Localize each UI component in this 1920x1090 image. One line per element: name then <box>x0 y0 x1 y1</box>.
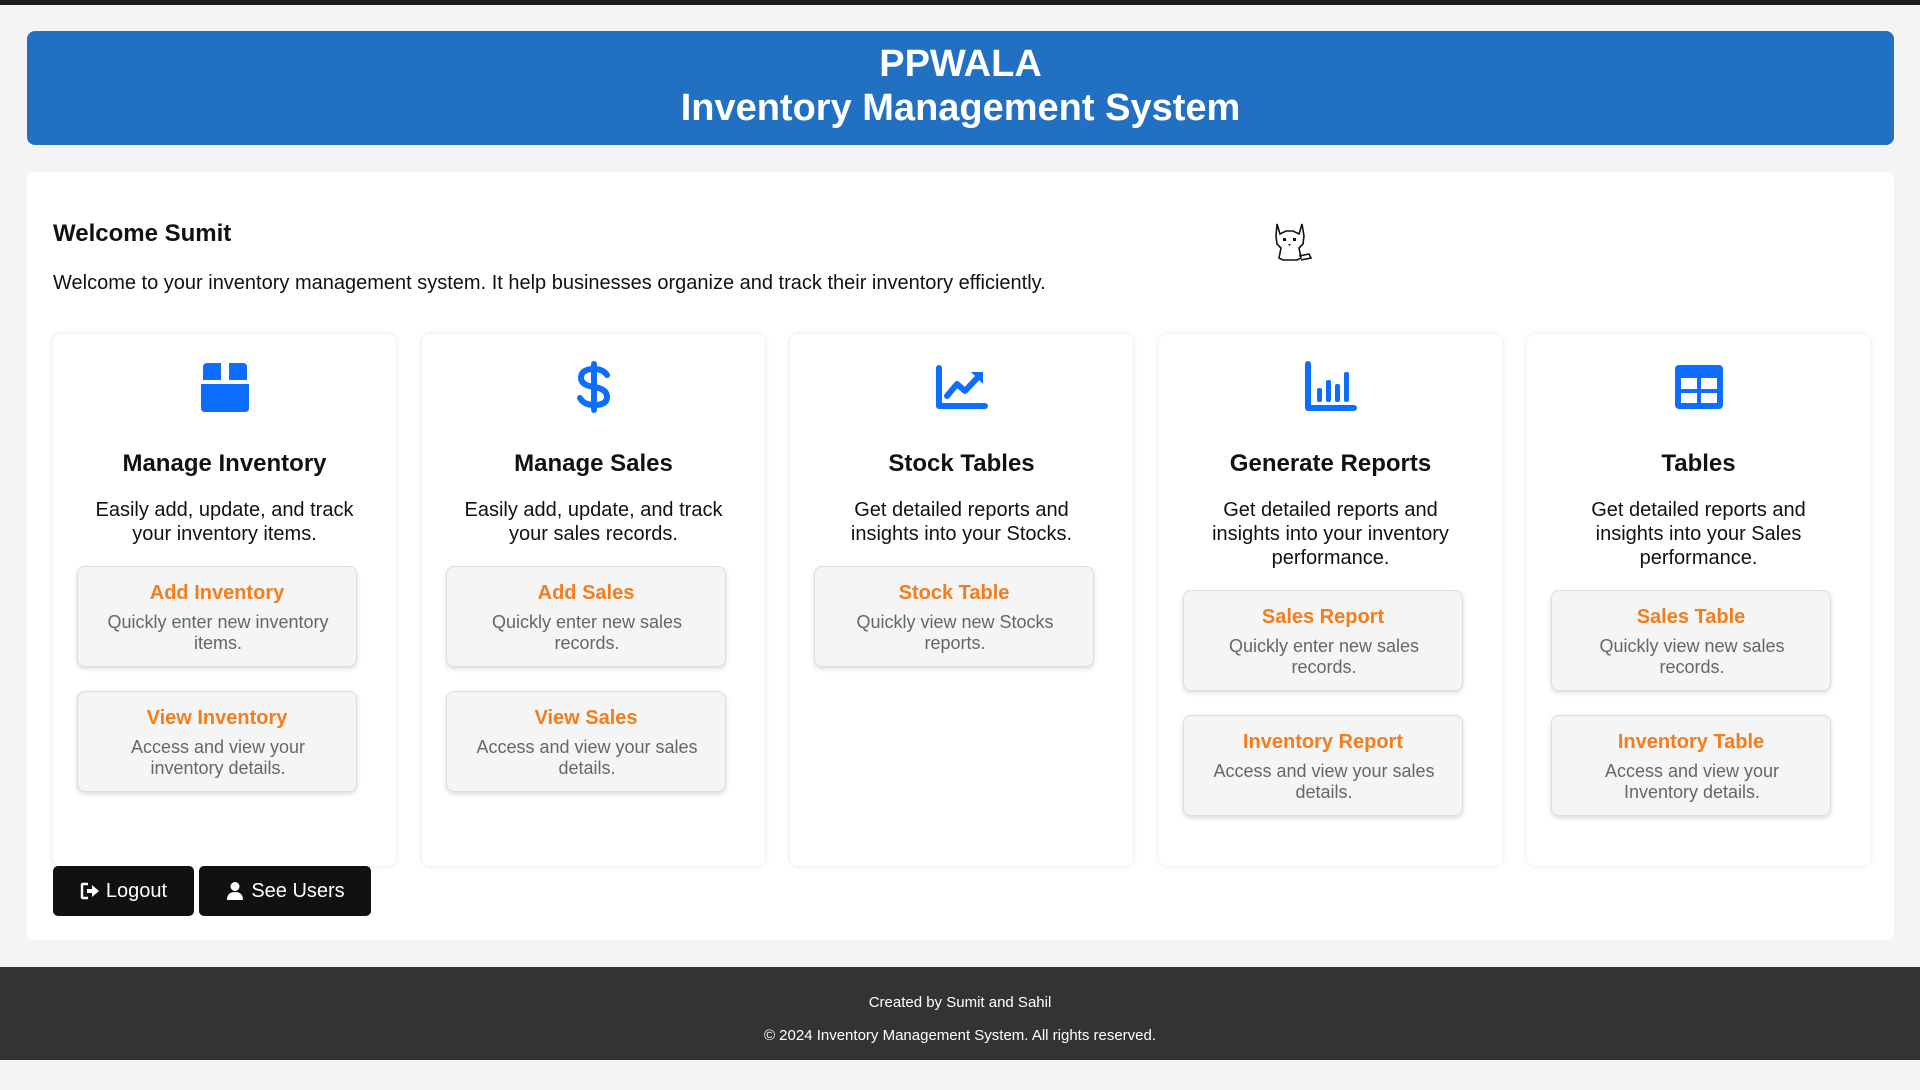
table-icon <box>1675 365 1723 409</box>
action-title: Inventory Report <box>1242 731 1404 753</box>
card-generate-reports: Generate Reports Get detailed reports an… <box>1159 334 1502 866</box>
card-title: Manage Sales <box>514 450 673 477</box>
add-sales-button[interactable]: Add Sales Quickly enter new sales record… <box>446 566 726 667</box>
card-description: Get detailed reports and insights into y… <box>1591 499 1806 569</box>
inventory-table-button[interactable]: Inventory Table Access and view your Inv… <box>1551 715 1831 816</box>
bar-chart-icon <box>1305 361 1357 411</box>
card-title: Manage Inventory <box>122 450 327 477</box>
action-title: View Sales <box>534 707 638 729</box>
page-header: PPWALA Inventory Management System <box>27 31 1894 145</box>
card-tables: Tables Get detailed reports and insights… <box>1527 334 1870 866</box>
card-description: Get detailed reports and insights into y… <box>1212 499 1449 569</box>
action-title: Add Inventory <box>149 582 285 604</box>
inventory-report-button[interactable]: Inventory Report Access and view your sa… <box>1183 715 1463 816</box>
card-description: Easily add, update, and track your sales… <box>464 499 723 545</box>
user-icon <box>227 882 244 900</box>
logout-button[interactable]: Logout <box>53 866 194 916</box>
action-description: Quickly enter new inventory items. <box>107 612 329 653</box>
action-description: Quickly enter new sales records. <box>1228 636 1420 677</box>
action-title: Add Sales <box>537 582 635 604</box>
dollar-icon <box>577 361 611 413</box>
card-title: Generate Reports <box>1229 450 1432 477</box>
page-footer: Created by Sumit and Sahil © 2024 Invent… <box>0 967 1920 1060</box>
action-description: Quickly view new Stocks reports. <box>856 612 1054 653</box>
stock-table-button[interactable]: Stock Table Quickly view new Stocks repo… <box>814 566 1094 667</box>
welcome-text: Welcome to your inventory management sys… <box>53 272 1046 294</box>
box-icon <box>201 363 249 412</box>
cat-mascot-icon <box>1275 223 1313 261</box>
action-title: Inventory Table <box>1617 731 1765 753</box>
card-stock-tables: Stock Tables Get detailed reports and in… <box>790 334 1133 866</box>
action-description: Access and view your sales details. <box>476 737 698 778</box>
footer-credits: Created by Sumit and Sahil <box>868 994 1052 1011</box>
action-description: Access and view your Inventory details. <box>1604 761 1780 802</box>
action-title: View Inventory <box>146 707 288 729</box>
action-description: Quickly view new sales records. <box>1599 636 1785 677</box>
sales-table-button[interactable]: Sales Table Quickly view new sales recor… <box>1551 590 1831 691</box>
brand-name: PPWALA <box>879 43 1042 85</box>
footer-copyright: © 2024 Inventory Management System. All … <box>763 1027 1157 1044</box>
view-sales-button[interactable]: View Sales Access and view your sales de… <box>446 691 726 792</box>
see-users-label: See Users <box>251 879 345 902</box>
sign-out-icon <box>80 882 99 900</box>
card-title: Tables <box>1661 450 1736 477</box>
chart-line-icon <box>936 365 988 409</box>
card-description: Get detailed reports and insights into y… <box>850 499 1073 545</box>
card-description: Easily add, update, and track your inven… <box>95 499 354 545</box>
action-description: Access and view your inventory details. <box>130 737 306 778</box>
welcome-title: Welcome Sumit <box>53 220 232 247</box>
card-manage-sales: Manage Sales Easily add, update, and tra… <box>422 334 765 866</box>
card-title: Stock Tables <box>888 450 1035 477</box>
card-manage-inventory: Manage Inventory Easily add, update, and… <box>53 334 396 866</box>
logout-label: Logout <box>105 879 168 902</box>
action-description: Access and view your sales details. <box>1213 761 1435 802</box>
sales-report-button[interactable]: Sales Report Quickly enter new sales rec… <box>1183 590 1463 691</box>
page-title: Inventory Management System <box>680 87 1241 129</box>
action-title: Sales Report <box>1261 606 1385 628</box>
action-title: Sales Table <box>1636 606 1746 628</box>
action-title: Stock Table <box>898 582 1010 604</box>
add-inventory-button[interactable]: Add Inventory Quickly enter new inventor… <box>77 566 357 667</box>
action-description: Quickly enter new sales records. <box>491 612 683 653</box>
see-users-button[interactable]: See Users <box>199 866 371 916</box>
main-panel: Welcome Sumit Welcome to your inventory … <box>27 172 1894 940</box>
top-border <box>0 0 1920 5</box>
view-inventory-button[interactable]: View Inventory Access and view your inve… <box>77 691 357 792</box>
